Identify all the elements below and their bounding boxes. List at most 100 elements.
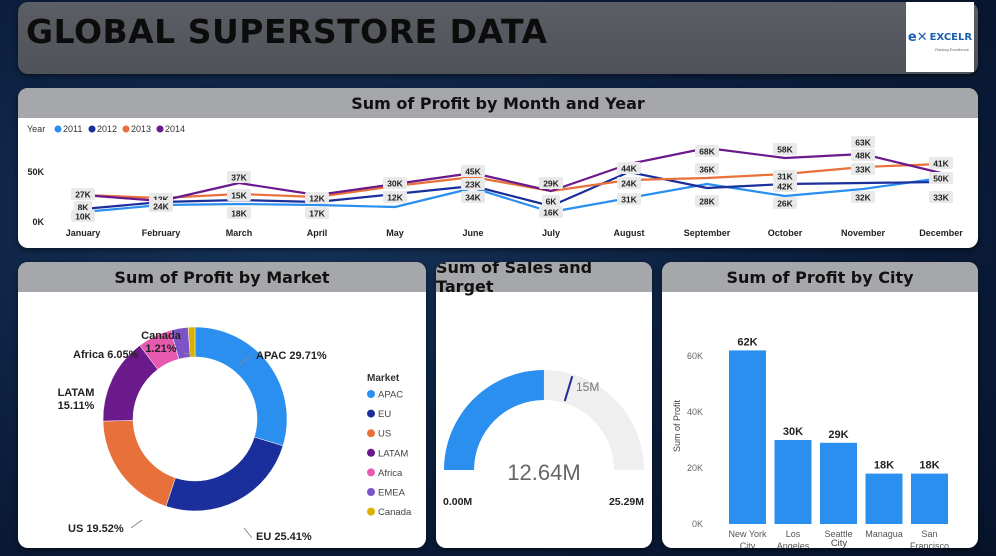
y-tick-label: 20K	[687, 463, 703, 473]
x-tick-february: February	[142, 228, 181, 238]
legend-marker-latam	[367, 448, 375, 457]
sales-target-gauge[interactable]: 15M 12.64M 0.00M 25.29M	[436, 292, 652, 548]
profit-by-city-title: Sum of Profit by City	[662, 262, 978, 292]
data-label: 12K	[309, 194, 325, 204]
legend-marker-apac	[367, 390, 375, 398]
x-tick-label: City	[740, 541, 756, 548]
data-label: 68K	[699, 147, 715, 157]
legend-marker-us	[367, 429, 375, 438]
data-label: 12K	[387, 193, 403, 203]
data-label: 27K	[75, 190, 91, 200]
legend-label-latam: LATAM	[378, 448, 408, 459]
data-label: 42K	[777, 182, 793, 192]
data-label: 32K	[855, 193, 871, 203]
leader-line-us	[130, 519, 143, 529]
data-label: 18K	[231, 209, 247, 219]
bar-data-label: 62K	[737, 336, 757, 348]
gauge-fill	[444, 370, 544, 470]
legend-title: Market	[367, 373, 400, 384]
data-label: 34K	[465, 193, 481, 203]
data-label: 44K	[621, 164, 637, 174]
bar-managua	[865, 473, 903, 524]
gauge-max-label: 25.29M	[609, 496, 644, 508]
data-label: 41K	[933, 159, 949, 169]
data-label: 58K	[777, 145, 793, 155]
legend-label-apac: APAC	[378, 390, 403, 401]
legend-marker-2013	[122, 125, 130, 133]
data-label: 48K	[855, 151, 871, 161]
x-axis-title: City	[831, 538, 848, 548]
x-tick-label: Los	[786, 529, 801, 539]
data-label: 36K	[699, 165, 715, 175]
logo-tagline: Raising Excellence	[935, 47, 969, 52]
legend-label-us: US	[378, 429, 391, 440]
data-label: 6K	[546, 197, 558, 207]
legend-label-africa: Africa	[378, 468, 403, 479]
slice-label-canada-name: Canada	[141, 330, 182, 342]
data-label: 24K	[153, 202, 169, 212]
x-tick-june: June	[462, 228, 483, 238]
bar-data-label: 30K	[783, 426, 803, 438]
legend-marker-2014	[156, 125, 164, 133]
data-label: 24K	[621, 179, 637, 189]
data-label: 16K	[543, 208, 559, 218]
slice-label-apac: APAC 29.71%	[256, 350, 327, 362]
legend-label-2012: 2012	[97, 124, 117, 134]
x-tick-label: San	[921, 529, 937, 539]
data-label: 31K	[621, 195, 637, 205]
data-label: 28K	[699, 197, 715, 207]
slice-label-us: US 19.52%	[68, 523, 124, 535]
slice-label-latam-name: LATAM	[58, 387, 95, 399]
x-tick-may: May	[386, 228, 404, 238]
legend-marker-canada	[367, 507, 375, 516]
legend-title: Year	[27, 124, 45, 134]
profit-by-month-title: Sum of Profit by Month and Year	[18, 88, 978, 118]
legend-label-2014: 2014	[165, 124, 185, 134]
profit-by-city-panel: Sum of Profit by City 0K 20K 40K 60K Sum of …	[662, 262, 978, 548]
legend-marker-2011	[54, 125, 62, 133]
slice-eu	[165, 436, 284, 512]
profit-by-market-title: Sum of Profit by Market	[18, 262, 426, 292]
logo-mark-icon: e✕	[907, 29, 928, 45]
bar-data-label: 18K	[919, 460, 939, 472]
x-tick-april: April	[307, 228, 328, 238]
excelr-logo: e✕ EXCELR Raising Excellence	[906, 2, 974, 72]
bar-san-francisco	[911, 473, 948, 524]
y-tick-label: 40K	[687, 407, 703, 417]
x-tick-september: September	[684, 228, 731, 238]
slice-apac	[194, 326, 288, 447]
slice-label-canada-pct: 1.21%	[145, 343, 176, 355]
legend-marker-emea	[367, 488, 375, 496]
data-label: 30K	[387, 179, 403, 189]
x-tick-january: January	[66, 228, 101, 238]
x-tick-july: July	[542, 228, 560, 238]
profit-by-month-chart[interactable]: Year 2011 2012 2013 2014 0K 50K January February…	[18, 118, 978, 248]
x-tick-august: August	[614, 228, 645, 238]
legend-label-2011: 2011	[63, 124, 82, 134]
page-title: GLOBAL SUPERSTORE DATA	[26, 12, 548, 51]
sales-target-title: Sum of Sales and Target	[436, 262, 652, 296]
slice-label-latam-pct: 15.11%	[58, 400, 95, 412]
x-tick-march: March	[226, 228, 253, 238]
profit-by-city-chart[interactable]: 0K 20K 40K 60K Sum of Profit 62K New York City 3…	[662, 292, 978, 548]
leader-line-eu	[243, 527, 253, 539]
header-bar: GLOBAL SUPERSTORE DATA e✕ EXCELR Raising…	[18, 2, 978, 74]
x-tick-label: Angeles	[777, 541, 810, 548]
data-label: 45K	[465, 167, 481, 177]
x-tick-label: Francisco	[910, 541, 949, 548]
legend-label-eu: EU	[378, 409, 391, 420]
legend-marker-eu	[367, 409, 375, 418]
gauge-min-label: 0.00M	[443, 496, 472, 508]
profit-by-month-panel: Sum of Profit by Month and Year Year 2011…	[18, 88, 978, 248]
data-label: 15K	[231, 191, 247, 201]
x-tick-november: November	[841, 228, 886, 238]
legend-label-2013: 2013	[131, 124, 151, 134]
data-label: 63K	[855, 138, 871, 148]
y-tick-label: 0K	[32, 217, 44, 227]
logo-text: EXCELR	[929, 31, 973, 43]
bar-los-angeles	[774, 440, 812, 524]
bar-data-label: 29K	[828, 429, 848, 441]
legend-marker-2012	[88, 125, 96, 133]
gauge-value: 12.64M	[507, 460, 580, 485]
profit-by-market-chart[interactable]: APAC 29.71%EU 25.41%US 19.52%LATAM15.11%…	[18, 292, 426, 548]
